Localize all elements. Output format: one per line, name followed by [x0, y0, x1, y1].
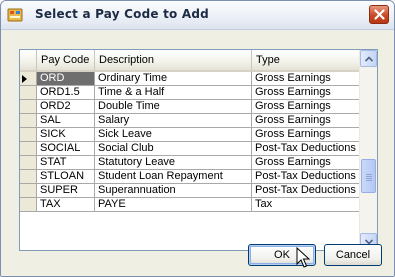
pay-code-cell[interactable]: SICK	[37, 128, 95, 142]
type-cell[interactable]: Gross Earnings	[252, 100, 360, 114]
column-header-pay-code[interactable]: Pay Code	[37, 50, 95, 72]
pay-code-cell[interactable]: SAL	[37, 114, 95, 128]
grid-header: Pay Code Description Type	[20, 50, 360, 72]
type-cell[interactable]: Gross Earnings	[252, 128, 360, 142]
table-row[interactable]: ORD Ordinary Time Gross Earnings	[20, 72, 360, 86]
thumb-grip	[366, 174, 372, 176]
table-row[interactable]: SICK Sick Leave Gross Earnings	[20, 128, 360, 142]
type-cell[interactable]: Gross Earnings	[252, 86, 360, 100]
table-row[interactable]: SUPER Superannuation Post-Tax Deductions	[20, 184, 360, 198]
description-cell[interactable]: Statutory Leave	[95, 156, 252, 170]
table-row[interactable]: SOCIAL Social Club Post-Tax Deductions	[20, 142, 360, 156]
chevron-up-icon	[365, 56, 373, 62]
close-button[interactable]	[369, 5, 389, 24]
cancel-button[interactable]: Cancel	[324, 244, 382, 266]
dialog-window: Select a Pay Code to Add Pay Code Descri…	[0, 0, 395, 277]
row-selector[interactable]	[20, 100, 37, 114]
description-cell[interactable]: Salary	[95, 114, 252, 128]
row-selector[interactable]	[20, 114, 37, 128]
description-cell[interactable]: Ordinary Time	[95, 72, 252, 86]
column-header-description[interactable]: Description	[95, 50, 252, 72]
row-selector[interactable]	[20, 184, 37, 198]
row-selector[interactable]	[20, 198, 37, 212]
table-row[interactable]: STAT Statutory Leave Gross Earnings	[20, 156, 360, 170]
type-cell[interactable]: Tax	[252, 198, 360, 212]
table-row[interactable]: SAL Salary Gross Earnings	[20, 114, 360, 128]
type-cell[interactable]: Post-Tax Deductions	[252, 142, 360, 156]
table-row[interactable]: TAX PAYE Tax	[20, 198, 360, 212]
description-cell[interactable]: Double Time	[95, 100, 252, 114]
mouse-pointer-icon	[296, 247, 310, 268]
scroll-up-button[interactable]	[360, 50, 377, 67]
description-cell[interactable]: PAYE	[95, 198, 252, 212]
thumb-grip	[366, 180, 372, 182]
table-row[interactable]: ORD2 Double Time Gross Earnings	[20, 100, 360, 114]
type-cell[interactable]: Gross Earnings	[252, 72, 360, 86]
pay-code-cell[interactable]: TAX	[37, 198, 95, 212]
row-selector[interactable]	[20, 170, 37, 184]
thumb-grip	[366, 176, 372, 178]
type-cell[interactable]: Gross Earnings	[252, 156, 360, 170]
app-icon	[7, 8, 23, 22]
type-cell[interactable]: Post-Tax Deductions	[252, 184, 360, 198]
scroll-thumb[interactable]	[361, 159, 376, 194]
current-row-arrow-icon	[22, 75, 27, 83]
row-selector[interactable]	[20, 142, 37, 156]
description-cell[interactable]: Student Loan Repayment	[95, 170, 252, 184]
row-selector[interactable]	[20, 128, 37, 142]
description-cell[interactable]: Time & a Half	[95, 86, 252, 100]
type-cell[interactable]: Post-Tax Deductions	[252, 170, 360, 184]
vertical-scrollbar[interactable]	[359, 50, 377, 250]
pay-code-cell[interactable]: STLOAN	[37, 170, 95, 184]
pay-code-cell[interactable]: ORD2	[37, 100, 95, 114]
thumb-grip	[366, 178, 372, 180]
description-cell[interactable]: Social Club	[95, 142, 252, 156]
dialog-title: Select a Pay Code to Add	[35, 7, 209, 21]
description-cell[interactable]: Superannuation	[95, 184, 252, 198]
column-header-type[interactable]: Type	[252, 50, 360, 72]
row-header-corner	[20, 50, 37, 72]
description-cell[interactable]: Sick Leave	[95, 128, 252, 142]
row-selector[interactable]	[20, 156, 37, 170]
table-row[interactable]: ORD1.5 Time & a Half Gross Earnings	[20, 86, 360, 100]
title-bar[interactable]: Select a Pay Code to Add	[1, 1, 394, 30]
pay-code-cell[interactable]: ORD	[37, 72, 95, 86]
pay-code-cell[interactable]: STAT	[37, 156, 95, 170]
dialog-body: Pay Code Description Type ORD Ordinary Ti…	[1, 30, 394, 276]
pay-code-cell[interactable]: SUPER	[37, 184, 95, 198]
pay-code-grid[interactable]: Pay Code Description Type ORD Ordinary Ti…	[19, 49, 378, 251]
row-selector[interactable]	[20, 72, 37, 86]
pay-code-cell[interactable]: SOCIAL	[37, 142, 95, 156]
pay-code-cell[interactable]: ORD1.5	[37, 86, 95, 100]
close-icon	[374, 9, 385, 20]
type-cell[interactable]: Gross Earnings	[252, 114, 360, 128]
row-selector[interactable]	[20, 86, 37, 100]
table-row[interactable]: STLOAN Student Loan Repayment Post-Tax Ded…	[20, 170, 360, 184]
